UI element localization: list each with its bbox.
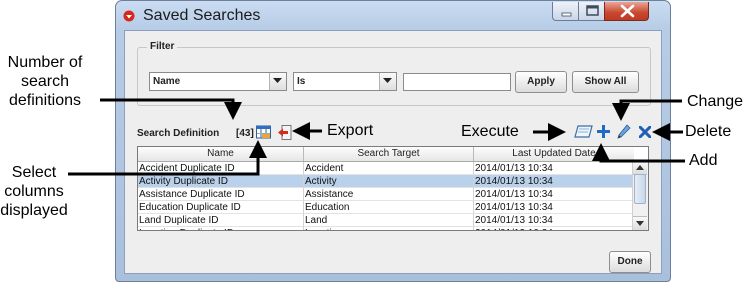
callout-arrows [68,98,685,176]
